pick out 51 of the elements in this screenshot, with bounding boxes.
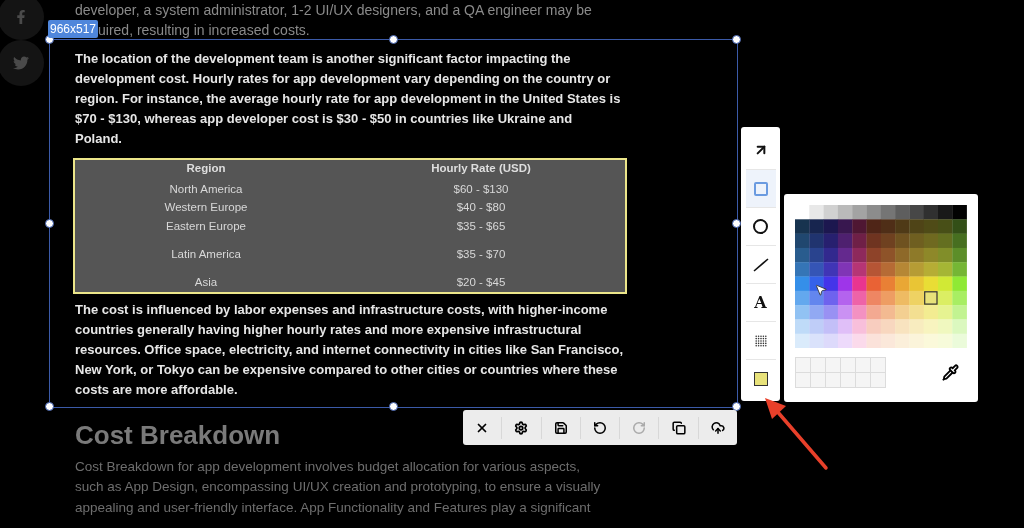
redo-icon <box>632 420 647 435</box>
table-cell-text: North America <box>168 181 244 197</box>
paragraph-line: costs are more affordable. <box>75 380 238 399</box>
resize-handle[interactable] <box>388 35 398 44</box>
facebook-icon <box>14 10 28 24</box>
rectangle-icon <box>753 181 768 196</box>
paragraph-line: The cost is influenced by labor expenses and infrastructure costs, with higher-income <box>75 300 608 319</box>
table-cell-text: $35 - $65 <box>455 218 507 234</box>
resize-handle[interactable] <box>45 402 54 411</box>
save-icon <box>553 420 568 435</box>
table-cell-text: Eastern Europe <box>165 218 247 234</box>
paragraph-line: development cost. Hourly rates for app development vary depending on the country or <box>75 70 611 88</box>
table-cell-text: Asia <box>193 274 219 290</box>
paragraph-line: countries generally having higher hourly rates and more expensive infrastructural <box>75 320 582 339</box>
paragraph-line: such as App Design, encompassing UI/UX creation and prototyping, to ensure a visually <box>75 478 601 496</box>
paragraph-line: resources. Office space, electricity, and internet connectivity in cities like San Francisco, <box>75 340 624 359</box>
size-label: 966x517 <box>48 20 99 38</box>
tool-button[interactable]: A <box>745 283 776 321</box>
resize-handle[interactable] <box>732 35 741 44</box>
table-cell-text: $20 - $45 <box>455 274 507 290</box>
column-header: Hourly Rate (USD) <box>430 161 532 177</box>
section-heading: Cost Breakdown <box>75 418 281 452</box>
mouse-cursor-icon <box>814 282 828 298</box>
paragraph-line: Cost Breakdown for app development involves budget allocation for various aspects, <box>75 457 581 476</box>
eyedropper-button[interactable] <box>942 364 959 381</box>
text-tool-label: A <box>754 294 767 311</box>
table-cell-text: $40 - $80 <box>455 200 507 215</box>
resize-handle[interactable] <box>388 402 398 411</box>
resize-handle[interactable] <box>45 218 54 228</box>
column-header: Region <box>185 161 227 177</box>
dots-icon <box>754 334 767 347</box>
copy-icon <box>671 420 686 435</box>
paragraph-line: uired, resulting in increased costs. <box>98 21 310 40</box>
cloud-upload-icon <box>710 420 725 435</box>
table-cell-text: $60 - $130 <box>452 181 510 197</box>
settings-icon <box>514 420 529 435</box>
paragraph-line: Poland. <box>75 130 122 148</box>
paragraph-line: developer, a system administrator, 1-2 UI/UX designers, and a QA engineer may be <box>75 1 593 20</box>
line-icon <box>752 257 769 272</box>
twitter-icon <box>13 55 29 71</box>
paragraph-line: appealing and user-friendly interface. App Functionality and Features play a significant <box>75 498 591 517</box>
paragraph-line: region. For instance, the average hourly rate for app development in the United States is <box>75 90 621 108</box>
table-cell-text: $35 - $70 <box>455 246 507 262</box>
table-cell-text: Latin America <box>170 246 242 262</box>
paragraph-line: New York, or Tokyo can be expensive compared to other cities or countries where these <box>75 360 618 379</box>
paragraph-line: The location of the development team is another significant factor impacting the <box>75 50 571 68</box>
eyedropper-icon <box>942 364 959 381</box>
paragraph-line: $70 - $130, whereas app developer cost is $30 - $50 in countries like Ukraine and <box>75 110 573 128</box>
table-cell-text: Western Europe <box>163 200 249 215</box>
undo-icon <box>593 420 607 435</box>
palette-drawing[interactable] <box>795 205 967 348</box>
